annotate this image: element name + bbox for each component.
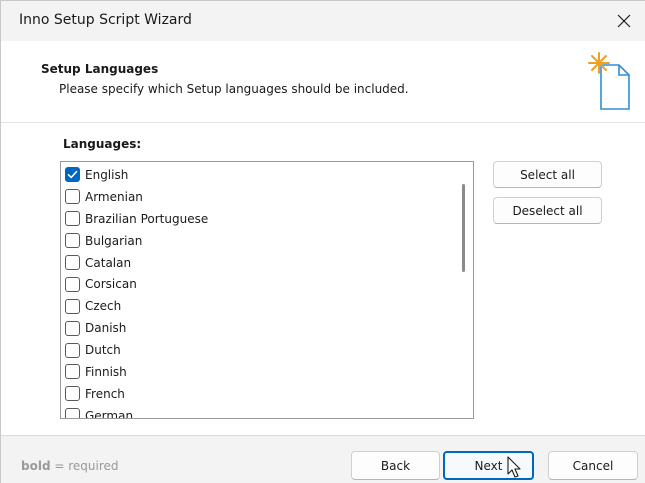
cancel-button[interactable]: Cancel [548, 451, 638, 480]
language-item[interactable]: Catalan [61, 252, 453, 274]
language-label: Bulgarian [85, 233, 143, 248]
page-title: Setup Languages [41, 62, 159, 76]
language-label: Finnish [85, 364, 127, 379]
language-checkbox[interactable] [65, 167, 80, 183]
language-checkbox[interactable] [65, 320, 80, 336]
language-checkbox[interactable] [65, 364, 80, 380]
language-item[interactable]: Finnish [61, 361, 453, 383]
page-subtitle: Please specify which Setup languages sho… [59, 82, 409, 96]
window-title: Inno Setup Script Wizard [19, 12, 192, 28]
language-item[interactable]: Dutch [61, 339, 453, 361]
deselect-all-button[interactable]: Deselect all [493, 197, 602, 224]
back-button[interactable]: Back [351, 451, 440, 480]
language-label: English [85, 167, 129, 182]
scrollbar-thumb[interactable] [462, 184, 465, 272]
language-item[interactable]: Danish [61, 317, 453, 339]
language-item[interactable]: Bulgarian [61, 230, 453, 252]
language-checkbox[interactable] [65, 233, 80, 249]
language-label: Danish [85, 321, 127, 336]
next-button[interactable]: Next [443, 451, 534, 480]
language-checkbox[interactable] [65, 276, 80, 292]
languages-list: English Armenian Brazilian Portuguese Bulga… [61, 164, 453, 419]
page-header: Setup Languages Please specify which Set… [1, 41, 645, 123]
languages-listbox[interactable]: English Armenian Brazilian Portuguese Bulga… [60, 161, 474, 419]
language-label: Catalan [85, 255, 132, 270]
close-icon [617, 14, 631, 28]
select-all-button[interactable]: Select all [493, 161, 602, 188]
required-legend-bold: bold [21, 459, 51, 473]
new-document-spark-icon [588, 52, 630, 110]
content-area: Languages: English Armenian Brazilian Port… [1, 123, 645, 435]
language-checkbox[interactable] [65, 408, 80, 418]
language-label: Czech [85, 299, 122, 314]
languages-label: Languages: [63, 137, 142, 151]
wizard-window: Inno Setup Script Wizard Setup Languages… [0, 0, 645, 483]
language-checkbox[interactable] [65, 255, 80, 270]
language-label: Corsican [85, 277, 137, 292]
language-checkbox[interactable] [65, 342, 80, 358]
language-label: German [85, 408, 134, 419]
language-item[interactable]: English [61, 164, 453, 186]
language-item[interactable]: Brazilian Portuguese [61, 208, 453, 230]
language-label: French [85, 386, 125, 401]
language-checkbox[interactable] [65, 298, 80, 314]
listbox-scrollbar[interactable] [453, 162, 473, 418]
language-checkbox[interactable] [65, 211, 80, 227]
required-legend-text: = required [50, 459, 119, 473]
language-item[interactable]: German [61, 405, 453, 419]
language-checkbox[interactable] [65, 386, 80, 402]
language-label: Brazilian Portuguese [85, 211, 209, 226]
language-item[interactable]: French [61, 383, 453, 405]
language-checkbox[interactable] [65, 189, 80, 205]
checkmark-icon [67, 171, 78, 179]
language-item[interactable]: Armenian [61, 186, 453, 208]
title-bar: Inno Setup Script Wizard [1, 1, 645, 41]
close-button[interactable] [602, 1, 645, 41]
language-item[interactable]: Czech [61, 295, 453, 317]
language-label: Armenian [85, 189, 143, 204]
required-legend: bold = required [21, 459, 119, 473]
language-label: Dutch [85, 343, 121, 358]
language-item[interactable]: Corsican [61, 273, 453, 295]
